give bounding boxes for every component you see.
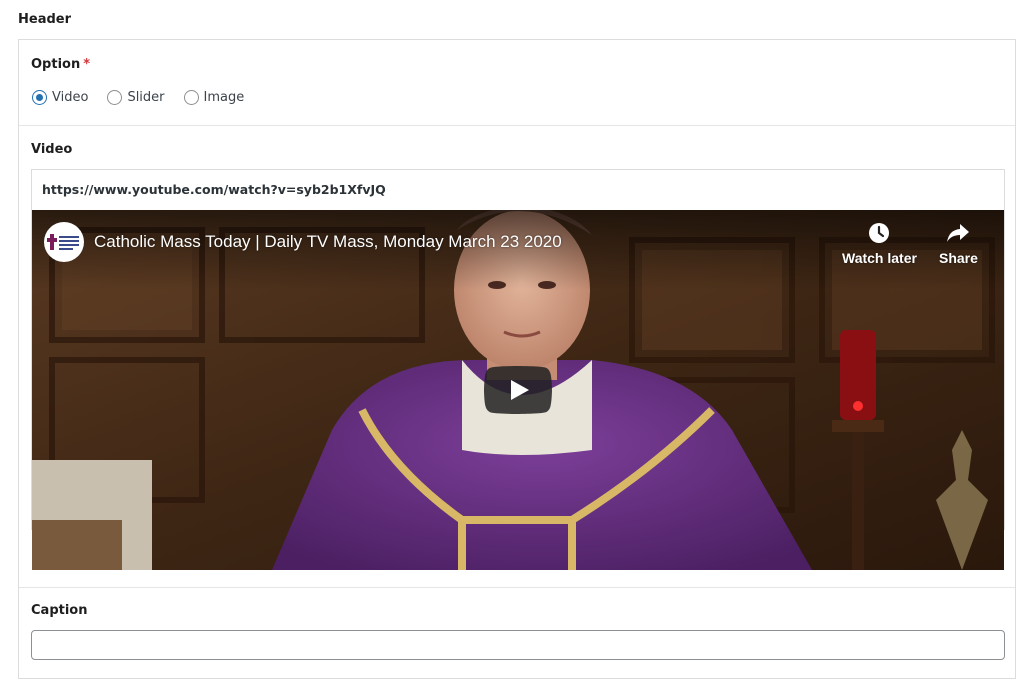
- channel-logo[interactable]: [44, 222, 84, 262]
- radio-image-label[interactable]: Image: [204, 90, 245, 105]
- radio-image-button[interactable]: [183, 90, 199, 105]
- channel-logo-icon: [47, 234, 79, 250]
- youtube-player[interactable]: Catholic Mass Today | Daily TV Mass, Mon…: [32, 210, 1004, 570]
- caption-input[interactable]: [31, 630, 1005, 660]
- video-url-embed: https://www.youtube.com/watch?v=syb2b1Xf…: [31, 169, 1005, 570]
- option-label-text: Option: [31, 57, 81, 72]
- radio-slider-label[interactable]: Slider: [127, 90, 164, 105]
- watch-later-button[interactable]: Watch later: [842, 222, 917, 266]
- video-title[interactable]: Catholic Mass Today | Daily TV Mass, Mon…: [94, 232, 562, 252]
- section-title: Header: [18, 12, 72, 27]
- clock-icon: [869, 223, 890, 243]
- radio-slider-button[interactable]: [107, 90, 123, 105]
- radio-option-video[interactable]: Video: [32, 90, 88, 105]
- video-url[interactable]: https://www.youtube.com/watch?v=syb2b1Xf…: [42, 182, 386, 197]
- radio-video-label[interactable]: Video: [52, 90, 88, 105]
- share-arrow-icon: [947, 224, 970, 242]
- radio-option-slider[interactable]: Slider: [107, 90, 165, 105]
- header-settings-panel: Option * Video Slider Image Video https:/…: [18, 39, 1016, 679]
- required-mark: *: [83, 57, 91, 72]
- share-label: Share: [939, 250, 978, 266]
- watch-later-label: Watch later: [842, 250, 917, 266]
- video-field: Video https://www.youtube.com/watch?v=sy…: [19, 125, 1015, 588]
- video-label: Video: [31, 142, 73, 157]
- radio-video-button[interactable]: [32, 90, 47, 105]
- play-icon[interactable]: [484, 366, 552, 414]
- option-field: Option * Video Slider Image: [19, 40, 1015, 126]
- share-button[interactable]: Share: [939, 222, 978, 266]
- radio-option-image[interactable]: Image: [183, 90, 245, 105]
- caption-label: Caption: [31, 603, 88, 618]
- option-label: Option *: [31, 57, 90, 72]
- caption-field: Caption: [19, 587, 1015, 680]
- option-radio-group: Video Slider Image: [32, 90, 263, 105]
